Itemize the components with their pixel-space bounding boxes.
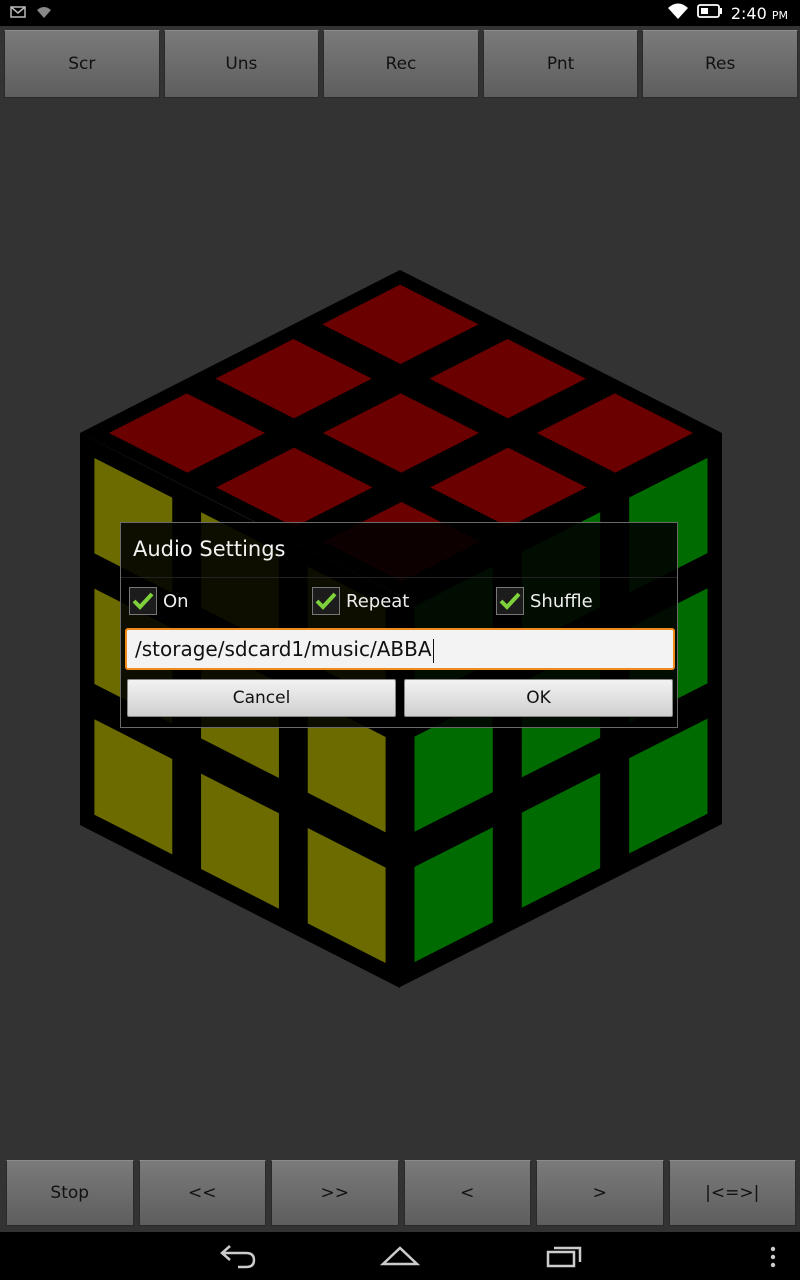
overflow-menu-icon[interactable] [768,1246,778,1272]
wifi-ghost-icon [36,4,52,23]
checkbox-box[interactable] [312,587,340,615]
step-back-button[interactable]: < [403,1160,531,1226]
checkmark-icon [315,592,337,610]
step-forward-button[interactable]: > [536,1160,664,1226]
wifi-icon [667,2,689,24]
gmail-icon [10,4,26,23]
home-icon[interactable] [379,1242,421,1274]
status-time: 2:40 PM [730,3,788,23]
on-checkbox[interactable]: On [129,587,189,615]
battery-icon [696,3,723,23]
checkbox-row: On Repeat Shuffle [129,587,669,619]
repeat-checkbox[interactable]: Repeat [312,587,409,615]
repeat-label: Repeat [346,590,410,612]
text-caret [432,638,434,663]
on-label: On [163,590,189,612]
checkbox-box[interactable] [496,587,524,615]
checkmark-icon [499,592,521,610]
back-icon[interactable] [218,1242,258,1274]
checkbox-box[interactable] [129,587,157,615]
stop-button[interactable]: Stop [6,1160,134,1226]
shuffle-checkbox[interactable]: Shuffle [496,587,593,615]
music-path-value: /storage/sdcard1/music/ABBA [135,637,432,661]
rewind-button[interactable]: << [138,1160,266,1226]
checkmark-icon [132,592,154,610]
audio-settings-dialog: Audio Settings On Repeat Shuffle /storag… [120,522,678,728]
dialog-divider [121,577,677,578]
status-bar: 2:40 PM [0,0,800,26]
recents-icon[interactable] [544,1242,584,1274]
full-range-button[interactable]: |<=>| [668,1160,796,1226]
ok-button[interactable]: OK [404,679,673,717]
shuffle-label: Shuffle [530,590,593,612]
dialog-buttons: Cancel OK [127,679,673,717]
dialog-title: Audio Settings [133,537,286,561]
fast-forward-button[interactable]: >> [271,1160,399,1226]
cancel-button[interactable]: Cancel [127,679,396,717]
bottom-toolbar: Stop << >> < > |<=>| [6,1160,796,1226]
music-path-input[interactable]: /storage/sdcard1/music/ABBA [125,628,675,670]
navigation-bar [0,1232,800,1280]
